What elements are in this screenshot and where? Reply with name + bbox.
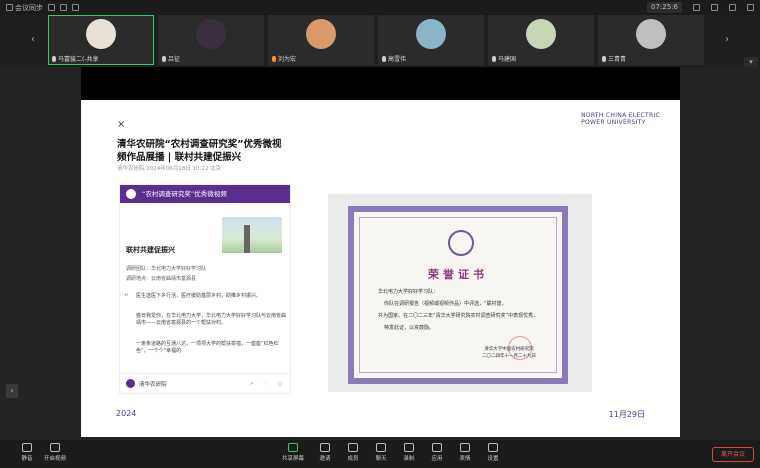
reactions-button[interactable]: 表情 xyxy=(452,443,478,467)
quote-icon: “ xyxy=(124,293,129,303)
slide-date: 11月29日 xyxy=(608,410,645,419)
card-header-label: “农村调查研究奖”优秀微视频 xyxy=(142,190,227,198)
certificate: 荣誉证书 华北电力大学好好学习队： 你队在调研报告（视频或视频作品）中评选，“联… xyxy=(348,206,568,384)
certificate-line: 华北电力大学好好学习队： xyxy=(378,289,439,295)
share-screen-button[interactable]: 共享屏幕 xyxy=(280,443,306,467)
section-title: 联村共建促振兴 xyxy=(126,246,175,254)
participant-name: 刘为宏 xyxy=(278,56,297,63)
expand-panel-button[interactable]: › xyxy=(6,384,18,398)
share-icon: ↗ xyxy=(249,380,254,387)
close-icon: × xyxy=(117,119,126,130)
title-bar: 会议同步 07:25:6 xyxy=(0,0,760,15)
comment-icon: ◻ xyxy=(277,380,282,387)
participant-name: 马建国 xyxy=(498,56,517,63)
certificate-title: 荣誉证书 xyxy=(428,268,488,281)
avatar xyxy=(196,19,226,49)
apps-icon xyxy=(432,443,442,452)
chat-icon xyxy=(376,443,386,452)
article-card: “农村调查研究奖”优秀微视频 联村共建促振兴 调研团队：华北电力大学好好学习队 … xyxy=(119,184,291,394)
card-footer: 清华农研院 ↗ ♡ ◻ xyxy=(120,373,290,393)
card-footer-label: 清华农研院 xyxy=(139,381,167,388)
camera-icon xyxy=(50,443,60,452)
slide-year: 2024 xyxy=(116,409,137,418)
shared-screen: NORTH CHINA ELECTRIC POWER UNIVERSITY × … xyxy=(81,100,680,437)
mute-button[interactable]: 静音 xyxy=(14,443,40,467)
article-title: 清华农研院“农村调查研究奖”优秀微视频作品展播 | 联村共建促振兴 xyxy=(117,139,282,163)
logo-icon xyxy=(126,379,135,388)
participant-tile[interactable]: 马富骏二(-共享 xyxy=(48,15,154,65)
certificate-signature: 清华大学中国农村研究院 二〇二四年十一月二十九日 xyxy=(482,347,536,359)
participant-name: 马富骏二(-共享 xyxy=(58,56,99,63)
leave-meeting-button[interactable]: 离开会议 xyxy=(712,447,754,462)
certificate-line: 共为国家。在二〇二三年“清华大学研究院农村调查研究奖”中表现优秀， xyxy=(378,313,539,319)
recording-timer: 07:25:6 xyxy=(647,2,682,13)
card-header: “农村调查研究奖”优秀微视频 xyxy=(120,185,290,203)
apps-button[interactable]: 应用 xyxy=(424,443,450,467)
chat-button[interactable]: 聊天 xyxy=(368,443,394,467)
avatar xyxy=(416,19,446,49)
strip-next-arrow[interactable]: › xyxy=(722,23,732,57)
participant-name: 高雪伟 xyxy=(388,56,407,63)
minimize-icon[interactable] xyxy=(711,4,718,11)
article-meta: 清华农研院 2024年06月18日 10:22 北京 xyxy=(117,166,222,172)
avatar xyxy=(526,19,556,49)
avatar xyxy=(86,19,116,49)
avatar xyxy=(636,19,666,49)
meeting-toolbar: 静音 开启视频 共享屏幕 邀请 成员 聊天 录制 应用 表情 设置 xyxy=(0,440,760,468)
signal-icon xyxy=(72,4,79,11)
participant-tile[interactable]: 吕征 xyxy=(158,15,264,65)
record-button[interactable]: 录制 xyxy=(396,443,422,467)
members-icon xyxy=(348,443,358,452)
mic-icon xyxy=(602,55,606,62)
maximize-icon[interactable] xyxy=(729,4,736,11)
participant-tile[interactable]: 马建国 xyxy=(488,15,594,65)
mic-icon xyxy=(382,55,386,62)
gear-icon xyxy=(488,443,498,452)
strip-prev-arrow[interactable]: ‹ xyxy=(28,23,38,57)
mic-icon xyxy=(52,55,56,62)
participant-tile[interactable]: 刘为宏 xyxy=(268,15,374,65)
emoji-icon xyxy=(460,443,470,452)
microphone-icon xyxy=(22,443,32,452)
collapse-strip-button[interactable]: ▾ xyxy=(744,57,758,67)
app-icon xyxy=(6,4,13,11)
info-line: 调研团队：华北电力大学好好学习队 xyxy=(126,266,207,272)
shield-icon[interactable] xyxy=(48,4,55,11)
mic-icon xyxy=(162,55,166,62)
invite-icon xyxy=(320,443,330,452)
record-icon xyxy=(404,443,414,452)
certificate-photo: 荣誉证书 华北电力大学好好学习队： 你队在调研报告（视频或视频作品）中评选，“联… xyxy=(328,194,592,392)
like-icon: ♡ xyxy=(263,380,268,387)
speaker-view-icon[interactable] xyxy=(693,4,700,11)
article-photo xyxy=(222,217,282,253)
avatar xyxy=(306,19,336,49)
paragraph: 盛日我爱你，在华北电力大学，华北电力大学好好学习队与云南省曲靖市——云南省富源县… xyxy=(136,313,287,326)
participant-strip: ‹ 马富骏二(-共享 吕征 刘为宏 高雪伟 马建国 三青青 › xyxy=(0,15,760,67)
mic-icon xyxy=(492,55,496,62)
participant-name: 吕征 xyxy=(168,56,181,63)
participant-tile[interactable]: 三青青 xyxy=(598,15,704,65)
badge-icon xyxy=(126,189,136,199)
info-icon[interactable] xyxy=(60,4,67,11)
participant-name: 三青青 xyxy=(608,56,627,63)
participant-tile[interactable]: 高雪伟 xyxy=(378,15,484,65)
invite-button[interactable]: 邀请 xyxy=(312,443,338,467)
certificate-line: 你队在调研报告（视频或视频作品）中评选，“联村建， xyxy=(384,301,507,307)
close-icon[interactable] xyxy=(747,4,754,11)
mic-icon xyxy=(272,55,276,62)
settings-button[interactable]: 设置 xyxy=(480,443,506,467)
paragraph: 一条条道路的互通八达，一项项大学的帮扶举措，一座座“红色红色”，一个个“幸福的 xyxy=(136,341,279,354)
paragraph: 医生送医下乡行活，医疗援助基层乡村，助推乡村振兴。 xyxy=(136,293,262,299)
info-line: 调研地点：云南省曲靖市富源县 xyxy=(126,276,197,282)
certificate-line: 特发此证，以资鼓励。 xyxy=(384,325,435,331)
screen-share-icon xyxy=(288,443,298,452)
slide-top-band xyxy=(81,67,680,100)
university-logo-text: NORTH CHINA ELECTRIC POWER UNIVERSITY xyxy=(581,112,660,126)
video-button[interactable]: 开启视频 xyxy=(42,443,68,467)
app-title: 会议同步 xyxy=(15,3,43,12)
members-button[interactable]: 成员 xyxy=(340,443,366,467)
university-emblem-icon xyxy=(448,230,474,256)
